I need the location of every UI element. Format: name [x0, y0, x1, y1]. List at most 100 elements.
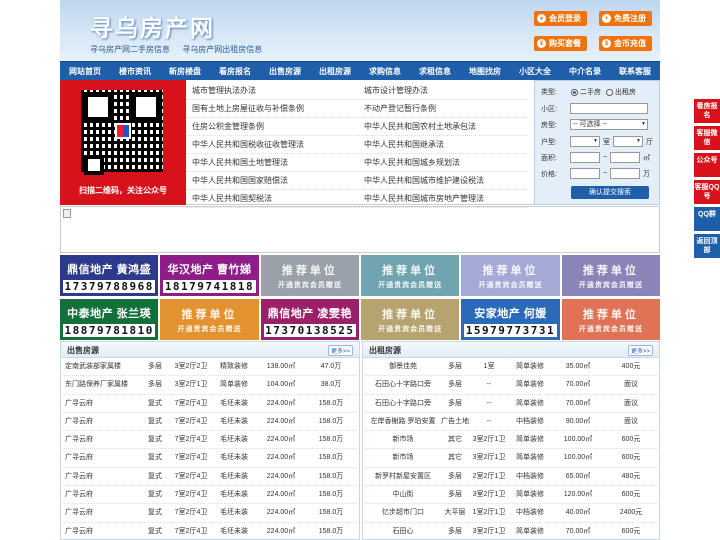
law-link[interactable]: 不动产登记暂行条例: [358, 100, 528, 118]
agent-ad-tile[interactable]: 推荐单位 开通贵宾会员赠送: [561, 299, 660, 340]
agent-ad-tile[interactable]: 推荐单位 开通贵宾会员赠送: [361, 255, 460, 296]
radio-rental[interactable]: [605, 88, 613, 96]
table-cell[interactable]: 新市场: [365, 449, 441, 466]
table-row[interactable]: 石田心 多层 3室2厅1卫 简单装修 70.00㎡ 600元: [365, 523, 657, 540]
price-min-input[interactable]: [569, 168, 600, 179]
law-link[interactable]: 中华人民共和国农村土地承包法: [358, 118, 528, 136]
table-cell[interactable]: 石田心: [365, 523, 441, 540]
side-float-item[interactable]: 公众号: [694, 153, 720, 177]
table-row[interactable]: 御景佳苑 多层 1室 简单装修 35.00㎡ 400元: [365, 358, 657, 377]
nav-home[interactable]: 网站首页: [60, 62, 110, 80]
slogan-rental[interactable]: 寻乌房产网出租房信息: [182, 45, 262, 54]
agent-ad-tile[interactable]: 推荐单位 开通贵宾会员赠送: [461, 255, 560, 296]
table-cell[interactable]: 忆步超市门口: [365, 504, 441, 521]
table-row[interactable]: 中山街 多层 3室2厅1卫 简单装修 120.00㎡ 600元: [365, 486, 657, 505]
sale-more-link[interactable]: 更多>>: [327, 345, 353, 356]
table-row[interactable]: 广寻云府 复式 7室2厅4卫 毛坯未装 224.00㎡ 158.0万: [63, 504, 357, 523]
agent-ad-tile[interactable]: 鼎信地产 凌雯艳 17370138525: [260, 299, 359, 340]
table-cell[interactable]: 广寻云府: [63, 413, 141, 430]
law-link[interactable]: 中华人民共和国国家赔偿法: [186, 172, 356, 190]
table-cell[interactable]: 东门路保养厂家属楼: [63, 376, 141, 393]
side-float-item[interactable]: 客服QQ号: [694, 180, 720, 204]
table-row[interactable]: 石田心十字路口旁 多层 -- 简单装修 70.00㎡ 面议: [365, 395, 657, 413]
agent-ad-tile[interactable]: 推荐单位 开通贵宾会员赠送: [260, 255, 359, 296]
law-link[interactable]: 中华人民共和国城市维护建设税法: [358, 172, 528, 190]
side-float-item[interactable]: 返回顶部: [694, 234, 720, 258]
site-logo[interactable]: 寻乌房产网: [90, 9, 215, 43]
law-link[interactable]: 中华人民共和国城乡规划法: [358, 154, 528, 172]
side-float-item[interactable]: 客服微信: [694, 126, 720, 150]
law-link[interactable]: 国有土地上房屋征收与补偿条例: [186, 100, 356, 118]
agent-ad-tile[interactable]: 华汉地产 曹竹娣 18179741818: [160, 255, 259, 296]
table-row[interactable]: 广寻云府 复式 7室2厅4卫 毛坯未装 224.00㎡ 158.0万: [63, 413, 357, 432]
table-cell[interactable]: 广寻云府: [63, 486, 141, 503]
table-row[interactable]: 广寻云府 复式 7室2厅4卫 毛坯未装 224.00㎡ 158.0万: [63, 431, 357, 450]
nav-communities[interactable]: 小区大全: [510, 62, 560, 80]
nav-contact[interactable]: 联系客服: [610, 62, 660, 80]
law-link[interactable]: 住房公积金管理条例: [186, 118, 356, 136]
table-row[interactable]: 东门路保养厂家属楼 多层 3室2厅1卫 简单装修 104.00㎡ 38.0万: [63, 376, 357, 395]
community-input[interactable]: [569, 103, 648, 114]
agent-ad-tile[interactable]: 推荐单位 开通贵宾会员赠送: [160, 299, 259, 340]
agent-ad-tile[interactable]: 鼎信地产 黄鸿盛 17379788968: [60, 255, 159, 296]
nav-viewing-signup[interactable]: 看房报名: [210, 62, 260, 80]
table-cell[interactable]: 广寻云府: [63, 395, 141, 412]
table-cell[interactable]: 定南武装部家属楼: [63, 358, 141, 375]
buy-package-button[interactable]: ¥ 购买套餐: [534, 36, 587, 51]
table-row[interactable]: 左岸香榭路 罗珀安置 广告土地 -- 中档装修 90.00㎡ 面议: [365, 413, 657, 432]
agent-ad-tile[interactable]: 中泰地产 张兰瑛 18879781810: [60, 299, 159, 340]
radio-secondhand[interactable]: [570, 88, 578, 96]
table-cell[interactable]: 广寻云府: [63, 468, 141, 485]
agent-ad-tile[interactable]: 安家地产 何媛 15979773731: [461, 299, 560, 340]
table-row[interactable]: 广寻云府 复式 7室2厅4卫 毛坯未装 224.00㎡ 158.0万: [63, 486, 357, 505]
law-link[interactable]: 城市设计管理办法: [358, 82, 528, 100]
agent-ad-tile[interactable]: 推荐单位 开通贵宾会员赠送: [561, 255, 660, 296]
register-button[interactable]: + 免费注册: [599, 11, 652, 26]
price-max-input[interactable]: [610, 168, 641, 179]
area-max-input[interactable]: [610, 152, 641, 163]
table-row[interactable]: 新罗村新屋安置区 多层 2室2厅1卫 中档装修 65.00㎡ 480元: [365, 468, 657, 487]
hall-select[interactable]: [612, 136, 643, 147]
law-link[interactable]: 城市管理执法办法: [186, 82, 356, 100]
nav-new-homes[interactable]: 新房楼盘: [160, 62, 210, 80]
nav-for-rent[interactable]: 出租房源: [310, 62, 360, 80]
law-link[interactable]: 中华人民共和国税收征收管理法: [186, 136, 356, 154]
table-row[interactable]: 广寻云府 复式 7室2厅4卫 毛坯未装 224.00㎡ 158.0万: [63, 468, 357, 487]
table-row[interactable]: 广寻云府 复式 7室2厅4卫 毛坯未装 224.00㎡ 158.0万: [63, 523, 357, 540]
banner-ad[interactable]: [60, 206, 660, 253]
area-min-input[interactable]: [569, 152, 600, 163]
law-link[interactable]: 中华人民共和国土地管理法: [186, 154, 356, 172]
table-cell[interactable]: 新市场: [365, 431, 441, 448]
table-row[interactable]: 忆步超市门口 大平层 1室2厅1卫 中档装修 40.00㎡ 2400元: [365, 504, 657, 523]
table-cell[interactable]: 石田心十字路口旁: [365, 376, 441, 393]
nav-for-sale[interactable]: 出售房源: [260, 62, 310, 80]
slogan-secondhand[interactable]: 寻乌房产网二手房信息: [90, 45, 170, 54]
table-cell[interactable]: 左岸香榭路 罗珀安置: [365, 413, 441, 430]
table-cell[interactable]: 新罗村新屋安置区: [365, 468, 441, 485]
table-row[interactable]: 石田心十字路口旁 多层 -- 简单装修 70.00㎡ 面议: [365, 376, 657, 395]
login-button[interactable]: ● 会员登录: [534, 11, 587, 26]
table-row[interactable]: 新市场 其它 3室2厅1卫 简单装修 100.00㎡ 600元: [365, 431, 657, 450]
table-row[interactable]: 广寻云府 复式 7室2厅4卫 毛坯未装 224.00㎡ 158.0万: [63, 395, 357, 413]
table-row[interactable]: 定南武装部家属楼 多层 3室2厅2卫 精致装修 138.00㎡ 47.0万: [63, 358, 357, 377]
rent-more-link[interactable]: 更多>>: [627, 345, 653, 356]
table-cell[interactable]: 广寻云府: [63, 449, 141, 466]
table-row[interactable]: 新市场 其它 3室2厅1卫 简单装修 100.00㎡ 600元: [365, 449, 657, 468]
law-link[interactable]: 中华人民共和国继承法: [358, 136, 528, 154]
search-submit-button[interactable]: 确认提交搜索: [571, 186, 649, 199]
table-cell[interactable]: 广寻云府: [63, 523, 141, 540]
nav-want-buy[interactable]: 求购信息: [360, 62, 410, 80]
table-cell[interactable]: 广寻云府: [63, 504, 141, 521]
table-cell[interactable]: 广寻云府: [63, 431, 141, 448]
room-select[interactable]: [569, 136, 600, 147]
side-float-item[interactable]: 看房报名: [694, 99, 720, 123]
housetype-select[interactable]: -- 可选择 --: [569, 119, 648, 130]
table-row[interactable]: 广寻云府 复式 7室2厅4卫 毛坯未装 224.00㎡ 158.0万: [63, 449, 357, 468]
nav-map[interactable]: 地图找房: [460, 62, 510, 80]
table-cell[interactable]: 石田心十字路口旁: [365, 395, 441, 412]
agent-ad-tile[interactable]: 推荐单位 开通贵宾会员赠送: [361, 299, 460, 340]
table-cell[interactable]: 御景佳苑: [365, 358, 441, 375]
recharge-button[interactable]: $ 金币充值: [599, 36, 652, 51]
nav-agents[interactable]: 中介名录: [560, 62, 610, 80]
nav-news[interactable]: 楼市资讯: [110, 62, 160, 80]
